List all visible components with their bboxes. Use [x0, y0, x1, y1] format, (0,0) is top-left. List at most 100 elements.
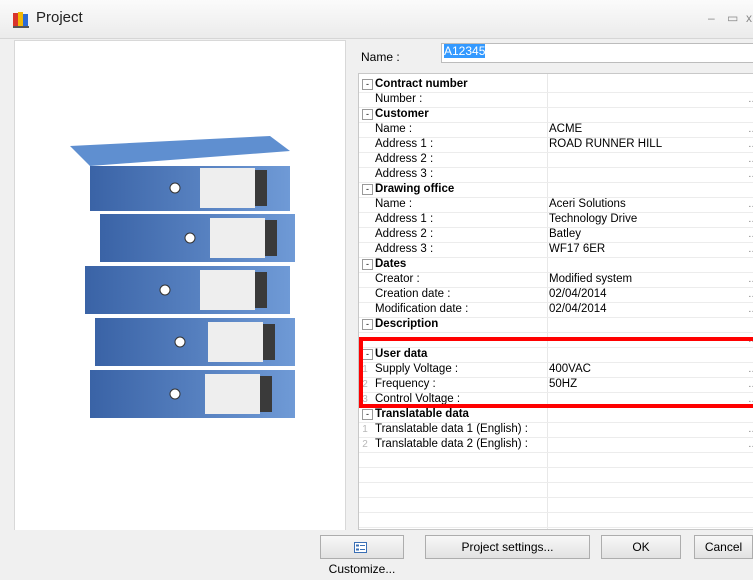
property-row[interactable]: 2 Frequency : 50HZ … — [359, 377, 753, 393]
property-label: Address 3 : — [375, 168, 434, 180]
group-label: Customer — [375, 108, 429, 120]
property-row[interactable]: … — [359, 332, 753, 348]
property-label: Number : — [375, 93, 423, 105]
property-group-row[interactable]: - Dates — [359, 257, 753, 273]
properties-grid[interactable]: -Contract numberNumber :…-CustomerName :… — [358, 73, 753, 530]
ellipsis-button-icon[interactable]: … — [748, 152, 753, 167]
property-value[interactable]: ROAD RUNNER HILL — [549, 137, 662, 152]
property-value[interactable]: Modified system — [549, 272, 632, 287]
project-name-value: A12345 — [444, 44, 486, 58]
property-row[interactable]: Address 3 :WF17 6ER… — [359, 242, 753, 258]
property-label: Address 1 : — [375, 138, 434, 150]
property-group-row[interactable]: - Translatable data — [359, 407, 753, 423]
collapse-toggle-icon[interactable]: - — [362, 349, 373, 360]
property-row[interactable]: Number : … — [359, 92, 753, 108]
property-value[interactable]: 02/04/2014 — [549, 302, 607, 317]
project-settings-button[interactable]: Project settings... — [425, 535, 590, 559]
property-value[interactable]: Aceri Solutions — [549, 197, 626, 212]
project-name-input[interactable]: A12345 — [441, 43, 753, 63]
row-number: 2 — [362, 379, 368, 390]
ellipsis-button-icon[interactable]: … — [748, 332, 753, 347]
cancel-button[interactable]: Cancel — [694, 535, 753, 559]
row-number: 1 — [362, 424, 368, 435]
ellipsis-button-icon[interactable]: … — [748, 302, 753, 317]
ellipsis-button-icon[interactable]: … — [748, 392, 753, 407]
property-group-row[interactable]: - Contract number — [359, 77, 753, 93]
ok-button[interactable]: OK — [601, 535, 681, 559]
collapse-toggle-icon[interactable]: - — [362, 184, 373, 195]
property-row[interactable]: Address 1 : ROAD RUNNER HILL … — [359, 137, 753, 153]
property-row[interactable]: Creation date : 02/04/2014 … — [359, 287, 753, 303]
group-label: Dates — [375, 258, 407, 270]
empty-row — [359, 467, 753, 483]
minimize-button[interactable]: – — [708, 11, 715, 25]
ellipsis-button-icon[interactable]: … — [748, 167, 753, 182]
group-label: Translatable data — [375, 408, 469, 420]
property-row[interactable]: Modification date : 02/04/2014 … — [359, 302, 753, 318]
empty-row — [359, 482, 753, 498]
collapse-toggle-icon[interactable]: - — [362, 409, 373, 420]
close-button[interactable]: x — [746, 11, 752, 25]
property-row[interactable]: Creator :Modified system… — [359, 272, 753, 288]
ellipsis-button-icon[interactable]: … — [748, 362, 753, 377]
property-label: Address 2 : — [375, 153, 434, 165]
project-app-icon — [13, 12, 29, 28]
empty-row — [359, 497, 753, 513]
ellipsis-button-icon[interactable]: … — [748, 227, 753, 242]
empty-row — [359, 452, 753, 468]
ellipsis-button-icon[interactable]: … — [748, 242, 753, 257]
collapse-toggle-icon[interactable]: - — [362, 319, 373, 330]
property-label: Translatable data 1 (English) : — [375, 423, 528, 435]
property-label: Address 2 : — [375, 228, 434, 240]
title-bar: Project – ▭ x — [0, 0, 753, 39]
ellipsis-button-icon[interactable]: … — [748, 212, 753, 227]
ellipsis-button-icon[interactable]: … — [748, 92, 753, 107]
group-label: User data — [375, 348, 428, 360]
property-label: Modification date : — [375, 303, 469, 315]
group-label: Contract number — [375, 78, 468, 90]
ellipsis-button-icon[interactable]: … — [748, 122, 753, 137]
property-row[interactable]: Name :Aceri Solutions… — [359, 197, 753, 213]
ellipsis-button-icon[interactable]: … — [748, 272, 753, 287]
property-value[interactable]: ACME — [549, 122, 582, 137]
property-row[interactable]: Address 2 : … — [359, 152, 753, 168]
property-row[interactable]: Address 2 : Batley … — [359, 227, 753, 243]
collapse-toggle-icon[interactable]: - — [362, 109, 373, 120]
property-value[interactable]: Technology Drive — [549, 212, 637, 227]
property-row[interactable]: 1 Translatable data 1 (English) : … — [359, 422, 753, 438]
ellipsis-button-icon[interactable]: … — [748, 437, 753, 452]
property-label: Frequency : — [375, 378, 436, 390]
property-row[interactable]: 1Supply Voltage :400VAC… — [359, 362, 753, 378]
binders-illustration — [70, 136, 295, 418]
property-row[interactable]: 3 Control Voltage : … — [359, 392, 753, 408]
property-row[interactable]: Name : ACME … — [359, 122, 753, 138]
property-row[interactable]: Address 3 : … — [359, 167, 753, 183]
property-value[interactable]: WF17 6ER — [549, 242, 605, 257]
property-label: Control Voltage : — [375, 393, 461, 405]
property-row[interactable]: Address 1 :Technology Drive… — [359, 212, 753, 228]
property-value[interactable]: 400VAC — [549, 362, 591, 377]
property-label: Creation date : — [375, 288, 451, 300]
customize-button[interactable]: Customize... — [320, 535, 404, 576]
collapse-toggle-icon[interactable]: - — [362, 79, 373, 90]
collapse-toggle-icon[interactable]: - — [362, 259, 373, 270]
ellipsis-button-icon[interactable]: … — [748, 422, 753, 437]
ellipsis-button-icon[interactable]: … — [748, 197, 753, 212]
property-value[interactable]: 02/04/2014 — [549, 287, 607, 302]
property-group-row[interactable]: - Customer — [359, 107, 753, 123]
ellipsis-button-icon[interactable]: … — [748, 287, 753, 302]
customize-label: Customize... — [328, 562, 396, 576]
customize-icon — [354, 542, 367, 554]
group-label: Description — [375, 318, 439, 330]
property-group-row[interactable]: - Drawing office — [359, 182, 753, 198]
property-value[interactable]: 50HZ — [549, 377, 577, 392]
ellipsis-button-icon[interactable]: … — [748, 377, 753, 392]
property-group-row[interactable]: - Description — [359, 317, 753, 333]
row-number: 3 — [362, 394, 368, 405]
property-row[interactable]: 2Translatable data 2 (English) :… — [359, 437, 753, 453]
maximize-button[interactable]: ▭ — [727, 11, 738, 25]
property-label: Name : — [375, 123, 413, 135]
property-group-row[interactable]: - User data — [359, 347, 753, 363]
ellipsis-button-icon[interactable]: … — [748, 137, 753, 152]
property-value[interactable]: Batley — [549, 227, 581, 242]
